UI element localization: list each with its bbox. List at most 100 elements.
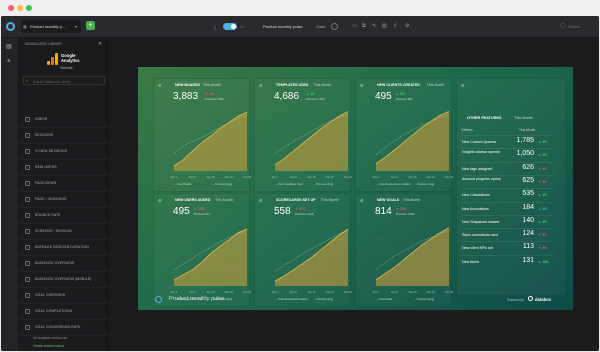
- monitor-icon[interactable]: ▭: [352, 23, 357, 29]
- feature-change: ▲ 4%: [538, 206, 547, 211]
- add-board-button[interactable]: +: [86, 21, 95, 30]
- layers-icon[interactable]: ◈: [7, 58, 11, 64]
- other-features-card[interactable]: ⚙ OTHER FEATURES This Month Metrics This…: [456, 78, 566, 296]
- settings-icon[interactable]: ⚙: [360, 83, 364, 88]
- settings-icon[interactable]: ⚙: [259, 198, 263, 203]
- board-selector[interactable]: ▦ Product monthly p... ▾: [21, 20, 81, 33]
- metric-value: 814: [375, 206, 392, 217]
- svg-text:·: ·: [272, 270, 273, 273]
- datablock-card[interactable]: · · · · · Sep 1 Sep 8 Sep 15 Sep 22 Sep 29 ⚙ NEW BO…: [153, 78, 251, 192]
- share-icon[interactable]: ⇪: [393, 23, 397, 29]
- settings-icon[interactable]: ⚙: [461, 83, 465, 88]
- svg-text:·: ·: [272, 108, 273, 111]
- settings-icon[interactable]: ⚙: [158, 83, 162, 88]
- legend-previous-label: Previous (Avg): [417, 183, 435, 186]
- sidebar-metric-item[interactable]: AVERAGE SESSION DURATION: [19, 240, 108, 256]
- sidebar-metric-item[interactable]: BOUNCE RATE: [19, 208, 108, 224]
- sidebar-metric-item[interactable]: AUDIENCE OVERVIEW: [19, 256, 108, 272]
- copy-icon[interactable]: ⧉: [362, 23, 366, 29]
- area-fill: [174, 229, 247, 286]
- datablock-card[interactable]: · · · · · Sep 1 Sep 8 Sep 15 Sep 22 Sep 29 ⚙ NEW GO…: [355, 193, 453, 307]
- columns-icon[interactable]: ▥: [382, 23, 387, 29]
- legend-previous-label: Previous (Avg): [316, 298, 334, 301]
- board-title[interactable]: Product monthly pulse: [263, 24, 303, 29]
- footer-brand: databox: [535, 296, 552, 302]
- datablock-card[interactable]: · · · · · Sep 1 Sep 8 Sep 15 Sep 22 Sep 29 ⚙ TEMPLA…: [254, 78, 352, 192]
- settings-icon[interactable]: ⚙: [360, 198, 364, 203]
- x-tick-label: Sep 29: [243, 175, 251, 179]
- close-dot[interactable]: [8, 5, 14, 11]
- brand-sub: Website: [60, 66, 73, 70]
- maximize-dot[interactable]: [26, 5, 32, 11]
- dashboard-board: · · · · · Sep 1 Sep 8 Sep 15 Sep 22 Sep 29 ⚙ NEW BO…: [138, 67, 573, 310]
- period-selector[interactable]: This Month: [314, 83, 332, 87]
- sidebar-metric-item[interactable]: AUDIENCE OVERVIEW (MOBILE): [19, 272, 108, 288]
- x-tick-label: Sep 22: [225, 175, 234, 179]
- sidebar-metric-item[interactable]: SCREENS / SESSION: [19, 224, 108, 240]
- card-title: NEW USERS ADDED: [175, 198, 211, 202]
- close-icon[interactable]: ✕: [98, 41, 102, 47]
- feature-change: ▲ 6%: [538, 153, 547, 158]
- sidebar-metric-item[interactable]: PAGEVIEWS: [19, 176, 108, 192]
- x-tick-label: Sep 29: [445, 290, 453, 294]
- create-custom-visual-link[interactable]: Create custom visual: [33, 344, 64, 348]
- svg-text:·: ·: [272, 139, 273, 142]
- x-tick-label: Sep 29: [243, 290, 251, 294]
- sidebar-metric-item[interactable]: USERS: [19, 112, 108, 128]
- all-metrics-link[interactable]: All available metrics list: [33, 336, 67, 340]
- settings-icon[interactable]: ⚙: [158, 198, 162, 203]
- x-tick-label: Sep 22: [427, 290, 436, 294]
- sidebar-metric-item[interactable]: PAGE / SESSIONS: [19, 192, 108, 208]
- datablock-card[interactable]: · · · · · Sep 1 Sep 8 Sep 15 Sep 22 Sep 29 ⚙ SCOREC…: [254, 193, 352, 307]
- library-icon[interactable]: ▤: [6, 43, 12, 50]
- period-selector[interactable]: This Month: [403, 198, 421, 202]
- period-selector[interactable]: This Month: [203, 83, 221, 87]
- feature-name: New client KPIs set: [462, 246, 493, 251]
- legend-previous: - - Previous (Avg): [414, 183, 435, 186]
- period-selector[interactable]: This Month: [215, 198, 233, 202]
- view-toggle[interactable]: [223, 23, 237, 30]
- area-fill: [376, 111, 449, 171]
- feature-change: ▼ 6%: [538, 166, 547, 171]
- x-tick-label: Sep 15: [408, 175, 417, 179]
- sidebar-metric-item[interactable]: GOAL COMPLETIONS: [19, 304, 108, 320]
- svg-text:·: ·: [373, 124, 374, 127]
- sidebar-metric-item[interactable]: GOAL OVERVIEW: [19, 288, 108, 304]
- metric-label: SESSIONS: [35, 133, 54, 137]
- feature-change-value: 6%: [542, 166, 547, 171]
- color-picker[interactable]: [331, 23, 338, 30]
- edit-icon[interactable]: ✎: [372, 23, 376, 29]
- change-indicator: ▲ 1%: [306, 92, 315, 96]
- top-bar: ▦ Product monthly p... ▾ + ▯ ▭ Product m…: [1, 16, 599, 38]
- feature-change: ▲ 5%: [538, 219, 547, 224]
- minimize-dot[interactable]: [17, 5, 23, 11]
- settings-icon[interactable]: ⚙: [405, 23, 409, 29]
- svg-text:·: ·: [373, 155, 374, 158]
- previous-value: Previous 484: [395, 97, 413, 101]
- desktop-icon[interactable]: ▭: [240, 24, 244, 29]
- x-tick-label: Sep 22: [326, 290, 335, 294]
- sidebar-metric-item[interactable]: NEW USERS: [19, 160, 108, 176]
- other-features-period[interactable]: This Month: [514, 116, 533, 120]
- x-tick-label: Sep 1: [171, 290, 178, 294]
- grid-icon: ▦: [23, 24, 27, 29]
- mobile-icon[interactable]: ▯: [214, 25, 216, 30]
- metric-icon: [25, 229, 30, 234]
- change-indicator: ▼ 23%: [395, 207, 407, 211]
- datablock-card[interactable]: · · · · · Sep 1 Sep 8 Sep 15 Sep 22 Sep 29 ⚙ NEW US…: [153, 193, 251, 307]
- legend-previous: - - Previous (Avg): [212, 183, 233, 186]
- svg-text:·: ·: [171, 124, 172, 127]
- sidebar-metric-item[interactable]: SESSIONS: [19, 128, 108, 144]
- svg-text:·: ·: [373, 108, 374, 111]
- sidebar-metric-item[interactable]: GOAL CONVERSION RATE: [19, 320, 108, 336]
- datablock-card[interactable]: · · · · · Sep 1 Sep 8 Sep 15 Sep 22 Sep 29 ⚙ NEW CL…: [355, 78, 453, 192]
- settings-icon[interactable]: ⚙: [259, 83, 263, 88]
- period-selector[interactable]: This Month: [321, 198, 339, 202]
- svg-text:·: ·: [373, 285, 374, 288]
- svg-text:·: ·: [272, 223, 273, 226]
- metric-icon: [25, 181, 30, 186]
- sidebar-metric-item[interactable]: % NEW SESSIONS: [19, 144, 108, 160]
- period-selector[interactable]: This Month: [427, 83, 445, 87]
- metric-icon: [25, 293, 30, 298]
- search-box[interactable]: ⌕ Search Datasource Library: [23, 76, 105, 85]
